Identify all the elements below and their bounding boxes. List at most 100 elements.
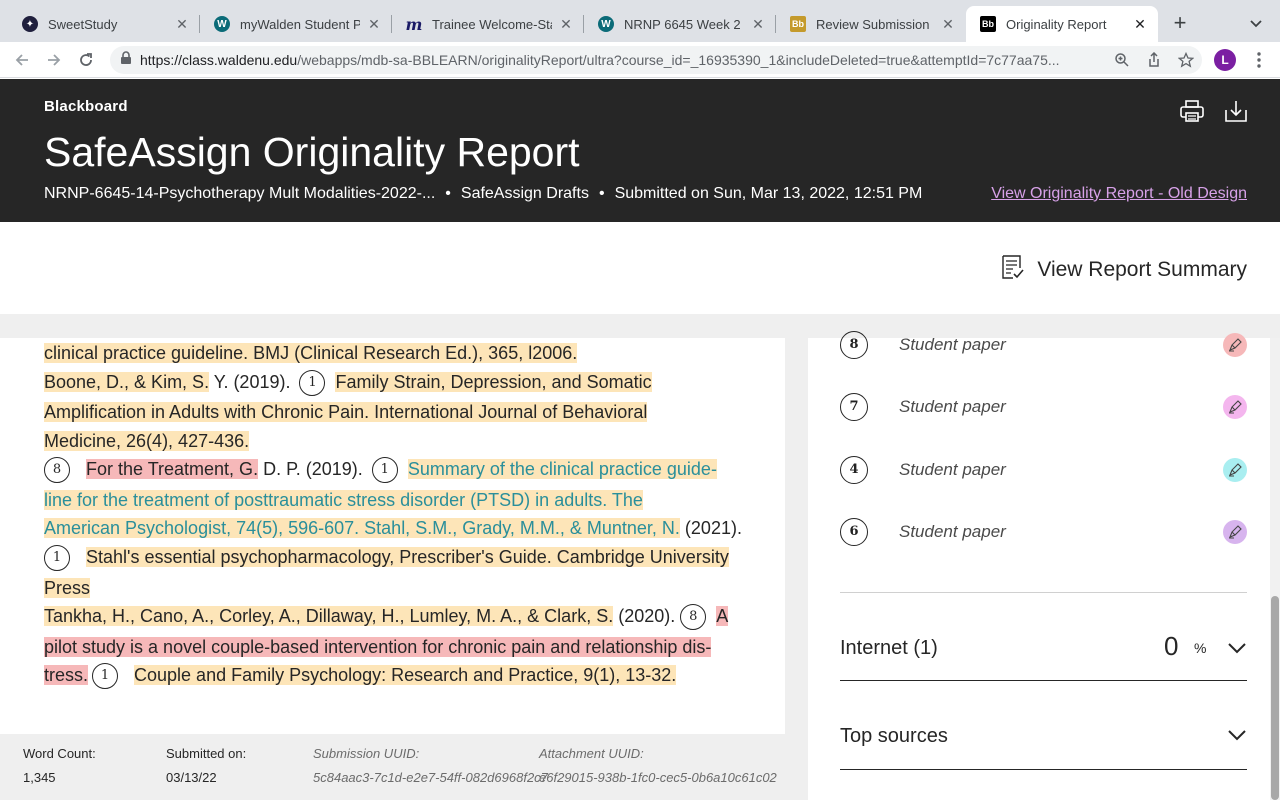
sources-panel: 8 Student paper 7 Student paper 4 Studen… xyxy=(808,331,1270,800)
highlighter-icon[interactable] xyxy=(1223,333,1247,357)
section-divider xyxy=(840,592,1247,593)
matched-text[interactable]: American Psychologist, 74(5), 596-607. S… xyxy=(44,518,680,538)
matched-text[interactable]: Stahl's essential psychopharmacology, Pr… xyxy=(86,547,729,567)
scrollbar-thumb[interactable] xyxy=(1271,596,1279,800)
tab-mywalden[interactable]: W myWalden Student Por ✕ xyxy=(200,6,392,42)
top-sources-section-toggle[interactable]: Top sources xyxy=(840,708,1247,770)
matched-text[interactable]: For the Treatment, G. xyxy=(86,459,259,479)
word-count: Word Count: 1,345 xyxy=(23,746,96,785)
internet-percentage: 0 xyxy=(1164,631,1179,661)
close-icon[interactable]: ✕ xyxy=(366,16,382,33)
submission-meta: NRNP-6645-14-Psychotherapy Mult Modaliti… xyxy=(44,185,922,203)
source-item[interactable]: 4 Student paper xyxy=(840,453,1247,487)
submission-uuid-label: Submission UUID: xyxy=(313,746,420,761)
bookmark-star-icon[interactable] xyxy=(1176,50,1196,70)
source-number: 7 xyxy=(840,393,868,421)
source-badge[interactable]: 1 xyxy=(371,457,398,484)
paper-text: (2020). xyxy=(613,606,681,626)
paper-line: Tankha, H., Cano, A., Corley, A., Dillaw… xyxy=(44,603,729,631)
matched-text[interactable]: Press xyxy=(44,578,91,598)
new-tab-button[interactable]: + xyxy=(1168,12,1192,36)
address-bar[interactable]: https://class.waldenu.edu/webapps/mdb-sa… xyxy=(110,46,1202,74)
reload-icon[interactable] xyxy=(74,48,98,72)
profile-avatar[interactable]: L xyxy=(1214,49,1236,71)
word-count-label: Word Count: xyxy=(23,746,96,761)
internet-section-title: Internet (1) xyxy=(840,637,938,659)
zoom-icon[interactable] xyxy=(1112,50,1132,70)
matched-text[interactable]: Couple and Family Psychology: Research a… xyxy=(134,665,677,685)
source-item[interactable]: 7 Student paper xyxy=(840,390,1247,424)
print-icon[interactable] xyxy=(1179,98,1205,124)
tab-search-chevron-icon[interactable] xyxy=(1246,14,1266,34)
highlighter-icon[interactable] xyxy=(1223,395,1247,419)
tab-title: Trainee Welcome-Star xyxy=(432,16,552,32)
source-label: Student paper xyxy=(899,522,1006,541)
tab-title: Originality Report xyxy=(1006,16,1107,32)
chevron-down-icon[interactable] xyxy=(1227,641,1247,655)
tab-title: myWalden Student Por xyxy=(240,16,360,32)
matched-text[interactable]: A xyxy=(716,606,729,626)
word-count-value: 1,345 xyxy=(23,770,56,785)
browser-menu-icon[interactable] xyxy=(1250,50,1268,70)
close-icon[interactable]: ✕ xyxy=(174,16,190,33)
share-icon[interactable] xyxy=(1144,50,1164,70)
matched-text[interactable]: line for the treatment of posttraumatic … xyxy=(44,490,643,510)
source-badge[interactable]: 1 xyxy=(44,545,70,572)
matched-text[interactable]: pilot study is a novel couple-based inte… xyxy=(44,637,712,657)
back-arrow-icon[interactable] xyxy=(10,48,34,72)
source-badge[interactable]: 8 xyxy=(680,604,707,631)
matched-text[interactable]: clinical practice guideline. BMJ (Clinic… xyxy=(44,343,578,363)
close-icon[interactable]: ✕ xyxy=(558,16,574,33)
internet-section-toggle[interactable]: Internet (1) 0 % xyxy=(840,618,1247,681)
chevron-down-icon[interactable] xyxy=(1227,728,1247,742)
source-badge[interactable]: 8 xyxy=(44,457,70,484)
paper-line: 8 For the Treatment, G. D. P. (2019). 1 Su… xyxy=(44,456,717,484)
submission-uuid-value: 5c84aac3-7c1d-e2e7-54ff-082d6968f2c7 xyxy=(313,770,548,785)
source-item[interactable]: 8 Student paper xyxy=(840,328,1247,362)
tab-nrnp-week2[interactable]: W NRNP 6645 Week 2 ✕ xyxy=(584,6,776,42)
paper-line: Boone, D., & Kim, S. Y. (2019). 1 Family … xyxy=(44,369,652,397)
highlighter-icon[interactable] xyxy=(1223,520,1247,544)
tab-sweetstudy[interactable]: ✦ SweetStudy ✕ xyxy=(8,6,200,42)
report-summary-label: View Report Summary xyxy=(1037,258,1247,281)
tab-originality-report[interactable]: Bb Originality Report ✕ xyxy=(966,6,1158,42)
highlighter-icon[interactable] xyxy=(1223,458,1247,482)
tab-trainee-welcome[interactable]: m Trainee Welcome-Star ✕ xyxy=(392,6,584,42)
browser-toolbar: https://class.waldenu.edu/webapps/mdb-sa… xyxy=(0,42,1280,78)
matched-text[interactable]: Summary of the clinical practice guide- xyxy=(407,459,717,479)
matched-text[interactable]: Amplification in Adults with Chronic Pai… xyxy=(44,402,648,422)
matched-text[interactable]: tress. xyxy=(44,665,89,685)
paper-line: Medicine, 26(4), 427-436. xyxy=(44,428,250,454)
matched-text[interactable]: Family Strain, Depression, and Somatic xyxy=(335,372,652,392)
paper-text: (2021). xyxy=(679,518,742,538)
view-report-summary-button[interactable]: View Report Summary xyxy=(1001,254,1247,286)
attachment-uuid: Attachment UUID: e6f29015-938b-1fc0-cec5… xyxy=(539,746,777,785)
download-icon[interactable] xyxy=(1223,98,1249,124)
paper-line: pilot study is a novel couple-based inte… xyxy=(44,634,712,660)
submission-uuid: Submission UUID: 5c84aac3-7c1d-e2e7-54ff… xyxy=(313,746,548,785)
paper-text: Y. (2019). xyxy=(209,372,296,392)
matched-text[interactable]: Medicine, 26(4), 427-436. xyxy=(44,431,250,451)
lock-icon[interactable] xyxy=(120,50,132,70)
close-icon[interactable]: ✕ xyxy=(940,16,956,33)
source-item[interactable]: 6 Student paper xyxy=(840,515,1247,549)
tab-title: NRNP 6645 Week 2 xyxy=(624,16,741,32)
source-badge[interactable]: 1 xyxy=(299,370,326,397)
close-icon[interactable]: ✕ xyxy=(1132,16,1148,33)
page-title: SafeAssign Originality Report xyxy=(44,129,580,175)
source-badge[interactable]: 1 xyxy=(92,663,119,690)
tab-review-submission[interactable]: Bb Review Submission His ✕ xyxy=(776,6,966,42)
assignment-name: SafeAssign Drafts xyxy=(460,185,589,202)
matched-text[interactable]: Boone, D., & Kim, S. xyxy=(44,372,210,392)
old-design-link[interactable]: View Originality Report - Old Design xyxy=(991,185,1247,203)
blackboard-icon: Bb xyxy=(980,16,996,32)
close-icon[interactable]: ✕ xyxy=(750,16,766,33)
percent-symbol: % xyxy=(1194,640,1207,656)
browser-tab-strip: ✦ SweetStudy ✕ W myWalden Student Por ✕ … xyxy=(0,0,1280,42)
m-logo-icon: m xyxy=(405,14,423,34)
paper-line: line for the treatment of posttraumatic … xyxy=(44,487,643,513)
matched-text[interactable]: Tankha, H., Cano, A., Corley, A., Dillaw… xyxy=(44,606,614,626)
tab-title: SweetStudy xyxy=(48,16,118,32)
submitted-on: Submitted on: 03/13/22 xyxy=(166,746,246,785)
forward-arrow-icon[interactable] xyxy=(42,48,66,72)
